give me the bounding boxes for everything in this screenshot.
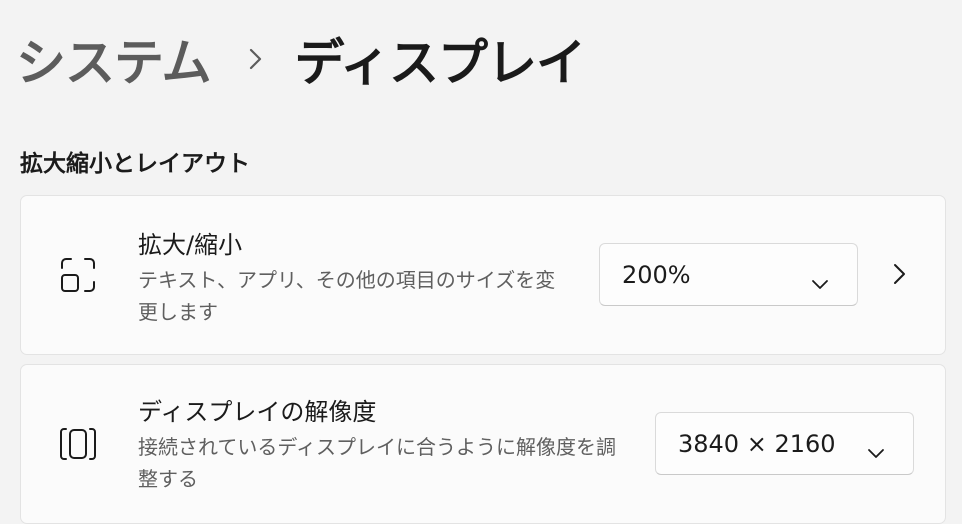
scale-setting-description: テキスト、アプリ、その他の項目のサイズを変 更します — [138, 264, 558, 328]
scale-icon — [59, 256, 97, 294]
section-title: 拡大縮小とレイアウト — [20, 151, 250, 177]
breadcrumb-parent-system[interactable]: システム — [16, 23, 211, 95]
resolution-dropdown-value: 3840 × 2160 — [678, 429, 836, 458]
chevron-down-icon — [867, 438, 885, 466]
scale-dropdown-value: 200% — [622, 260, 691, 289]
page-title: ディスプレイ — [294, 34, 586, 92]
resolution-description-line-1: 接続されているディスプレイに合うように解像度を調 — [138, 435, 616, 459]
resolution-setting-title: ディスプレイの解像度 — [138, 398, 377, 426]
resolution-description-line-2: 整する — [138, 467, 198, 491]
resolution-setting-card: ディスプレイの解像度 接続されているディスプレイに合うように解像度を調 整する … — [20, 364, 946, 524]
resolution-dropdown[interactable]: 3840 × 2160 — [655, 412, 914, 475]
resolution-setting-description: 接続されているディスプレイに合うように解像度を調 整する — [138, 431, 618, 495]
scale-description-line-1: テキスト、アプリ、その他の項目のサイズを変 — [138, 268, 556, 292]
scale-setting-card[interactable]: 拡大/縮小 テキスト、アプリ、その他の項目のサイズを変 更します 200% — [20, 195, 946, 355]
breadcrumb: システム ディスプレイ — [16, 23, 586, 95]
resolution-icon — [59, 425, 97, 463]
scale-description-line-2: 更します — [138, 300, 218, 324]
scale-setting-text: 拡大/縮小 テキスト、アプリ、その他の項目のサイズを変 更します — [138, 228, 558, 328]
scale-setting-title: 拡大/縮小 — [138, 231, 243, 259]
chevron-right-icon[interactable] — [887, 262, 911, 286]
scale-dropdown[interactable]: 200% — [599, 243, 858, 306]
resolution-setting-text: ディスプレイの解像度 接続されているディスプレイに合うように解像度を調 整する — [138, 395, 618, 495]
chevron-down-icon — [811, 269, 829, 297]
chevron-right-icon — [249, 48, 263, 70]
